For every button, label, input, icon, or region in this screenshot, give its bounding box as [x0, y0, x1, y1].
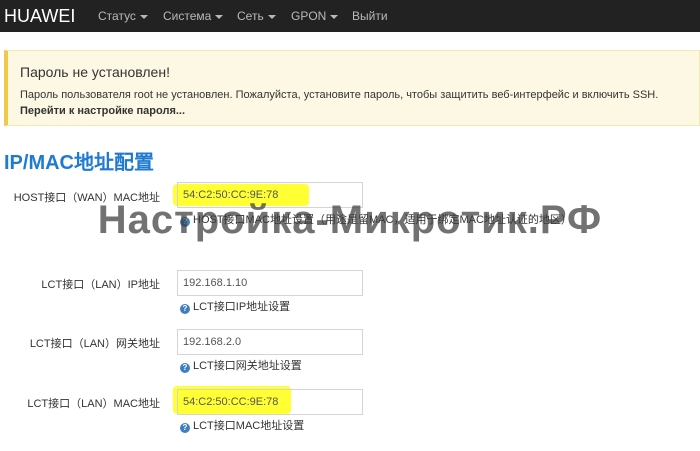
lan-ip-label: LCT接口（LAN）IP地址	[41, 279, 160, 291]
lan-mac-input[interactable]	[177, 389, 363, 415]
page-title: IP/MAC地址配置	[4, 152, 154, 174]
top-navbar: HUAWEI Статус Система Сеть GPON Выйти	[0, 0, 700, 32]
alert-title: Пароль не установлен!	[20, 64, 170, 80]
help-icon: ?	[180, 423, 190, 433]
lan-mac-label: LCT接口（LAN）MAC地址	[27, 398, 160, 410]
help-icon: ?	[180, 304, 190, 314]
nav-status[interactable]: Статус	[98, 0, 148, 32]
nav-network-label: Сеть	[237, 9, 264, 23]
nav-system-label: Система	[163, 9, 212, 23]
help-icon: ?	[180, 363, 190, 373]
chevron-down-icon	[330, 14, 339, 19]
watermark: Настройка-Микротик.РФ	[97, 198, 603, 242]
password-settings-link[interactable]: Перейти к настройке пароля...	[20, 105, 185, 117]
lan-mac-help: ? LCT接口MAC地址设置	[180, 417, 304, 433]
nav-status-label: Статус	[98, 9, 136, 23]
nav-network[interactable]: Сеть	[237, 0, 276, 32]
nav-gpon-label: GPON	[291, 9, 327, 23]
nav-logout[interactable]: Выйти	[352, 0, 388, 32]
chevron-down-icon	[139, 14, 148, 19]
lan-gateway-help: ? LCT接口网关地址设置	[180, 357, 302, 373]
password-alert: Пароль не установлен! Пароль пользовател…	[4, 50, 700, 126]
brand-logo[interactable]: HUAWEI	[4, 3, 75, 29]
lan-ip-input[interactable]	[177, 270, 363, 296]
lan-gateway-help-text: LCT接口网关地址设置	[193, 360, 302, 372]
lan-ip-help: ? LCT接口IP地址设置	[180, 298, 290, 314]
chevron-down-icon	[267, 14, 276, 19]
lan-mac-help-text: LCT接口MAC地址设置	[193, 420, 305, 432]
lan-gateway-input[interactable]	[177, 329, 363, 355]
lan-ip-help-text: LCT接口IP地址设置	[193, 301, 291, 313]
chevron-down-icon	[215, 14, 224, 19]
nav-gpon[interactable]: GPON	[291, 0, 339, 32]
nav-system[interactable]: Система	[163, 0, 224, 32]
alert-text: Пароль пользователя root не установлен. …	[20, 89, 659, 101]
lan-gateway-label: LCT接口（LAN）网关地址	[29, 338, 160, 350]
